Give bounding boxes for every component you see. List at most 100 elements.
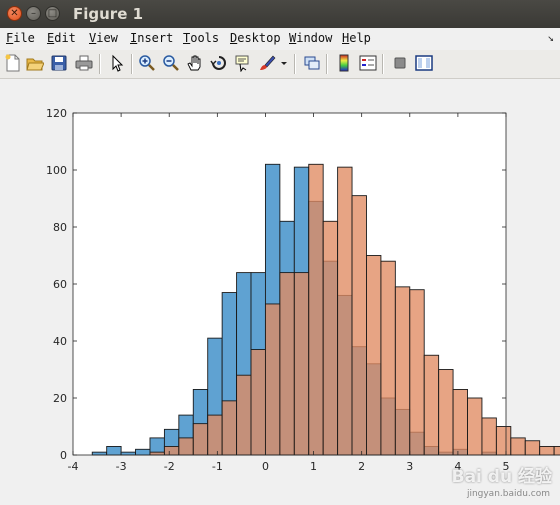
menu-help[interactable]: Help: [342, 31, 371, 45]
histogram-bar-series-2: [264, 303, 281, 456]
watermark-logo: Bai du 经验: [451, 467, 552, 487]
data-cursor-icon: [235, 55, 249, 72]
histogram-bar-series-2: [149, 451, 165, 456]
zoom-in-icon: [139, 55, 155, 71]
x-tick-label: 1: [310, 460, 317, 473]
histogram-bar-series-2: [351, 195, 367, 456]
histogram-bar-series-2: [279, 272, 295, 456]
link-plot-button[interactable]: [302, 53, 322, 73]
y-tick-label: 80: [53, 221, 67, 234]
y-tick-label: 100: [46, 164, 67, 177]
histogram-bar-series-2: [178, 437, 194, 456]
y-tick-label: 20: [53, 392, 67, 405]
histogram-bar-series-2: [293, 272, 310, 456]
histogram-bar-series-1: [120, 451, 136, 456]
histogram-bar-series-2: [539, 446, 555, 456]
pan-button[interactable]: [185, 53, 205, 73]
histogram-bar-series-2: [467, 397, 483, 456]
menu-bar: ↘ File Edit View Insert Tools Desktop Window He…: [0, 28, 560, 50]
dock-arrow-icon[interactable]: ↘: [547, 31, 554, 44]
save-button[interactable]: [49, 53, 69, 73]
brush-dropdown-icon: [281, 62, 287, 65]
maximize-window-button[interactable]: □: [45, 6, 60, 21]
x-tick-label: -1: [212, 460, 223, 473]
print-button[interactable]: [74, 53, 94, 73]
insert-colorbar-button[interactable]: [334, 53, 354, 73]
histogram-bar-series-2: [553, 446, 560, 456]
link-plot-icon: [304, 56, 320, 70]
x-tick-label: -4: [68, 460, 79, 473]
histogram-bar-series-1: [106, 446, 122, 456]
y-tick-label: 40: [53, 335, 67, 348]
menu-tools[interactable]: Tools: [183, 31, 219, 45]
histogram-chart: -4 -3 -2 -1 0 1 2 3 4 5020406080100120: [46, 107, 560, 473]
show-plot-tools-icon: [415, 55, 433, 71]
menu-desktop[interactable]: Desktop: [230, 31, 281, 45]
x-tick-label: -3: [116, 460, 127, 473]
close-icon: ✕: [10, 7, 19, 19]
insert-legend-button[interactable]: [358, 53, 378, 73]
hide-plot-tools-icon: [394, 57, 406, 69]
insert-colorbar-icon: [339, 54, 349, 72]
histogram-bar-series-2: [221, 400, 238, 456]
data-cursor-button[interactable]: [233, 53, 253, 73]
new-figure-button[interactable]: [3, 53, 23, 73]
histogram-bar-series-2: [495, 426, 512, 456]
x-tick-label: 3: [406, 460, 413, 473]
histogram-bar-series-2: [207, 414, 223, 456]
menu-insert[interactable]: Insert: [130, 31, 173, 45]
watermark-url: jingyan.baidu.com: [466, 489, 550, 499]
title-bar: ✕ – □ Figure 1: [0, 0, 560, 28]
histogram-bar-series-2: [236, 374, 252, 456]
histogram-bar-series-2: [380, 260, 396, 456]
histogram-bar-series-2: [510, 437, 526, 456]
histogram-bar-series-2: [452, 389, 468, 456]
histogram-bar-series-2: [250, 349, 266, 456]
x-tick-label: 2: [358, 460, 365, 473]
x-tick-label: 0: [262, 460, 269, 473]
menu-file[interactable]: File: [6, 31, 35, 45]
histogram-bar-series-2: [481, 417, 497, 456]
histogram-bar-series-1: [91, 451, 108, 456]
zoom-out-button[interactable]: [161, 53, 181, 73]
save-icon: [51, 55, 67, 71]
zoom-in-button[interactable]: [137, 53, 157, 73]
edit-plot-button[interactable]: [107, 53, 127, 73]
brush-icon: [260, 55, 276, 70]
rotate-3d-button[interactable]: [209, 53, 229, 73]
histogram-bar-series-2: [409, 289, 425, 456]
figure-toolbar: [0, 50, 560, 79]
y-tick-label: 0: [60, 449, 67, 462]
histogram-bar-series-2: [163, 446, 180, 456]
y-tick-label: 60: [53, 278, 67, 291]
new-figure-icon: [5, 54, 20, 72]
histogram-bar-series-2: [366, 255, 382, 456]
figure-canvas: -4 -3 -2 -1 0 1 2 3 4 5 0 20 40 60 80 100 120 Bai du 经验 …: [0, 79, 560, 501]
menu-window[interactable]: Window: [289, 31, 332, 45]
histogram-bar-series-1: [135, 448, 151, 456]
window-title: Figure 1: [73, 5, 144, 23]
histogram-bar-series-2: [394, 286, 411, 456]
edit-plot-arrow-icon: [112, 54, 124, 72]
rotate-3d-icon: [210, 56, 226, 70]
y-tick-label: 120: [46, 107, 67, 120]
histogram-bar-series-2: [308, 163, 324, 456]
minimize-window-button[interactable]: –: [26, 6, 41, 21]
open-file-icon: [26, 58, 44, 71]
hide-plot-tools-button[interactable]: [390, 53, 410, 73]
brush-dropdown-button[interactable]: [278, 53, 290, 73]
histogram-bar-series-2: [524, 440, 541, 456]
pan-hand-icon: [187, 55, 201, 71]
histogram-bar-series-2: [322, 220, 339, 456]
brush-button[interactable]: [257, 53, 277, 73]
minimize-icon: –: [31, 7, 36, 19]
histogram-bar-series-2: [423, 354, 440, 456]
histogram-bar-series-2: [337, 166, 353, 456]
menu-edit[interactable]: Edit: [47, 31, 76, 45]
open-file-button[interactable]: [25, 53, 45, 73]
menu-view[interactable]: View: [89, 31, 118, 45]
show-plot-tools-button[interactable]: [414, 53, 434, 73]
zoom-out-icon: [163, 55, 179, 71]
histogram-bar-series-2: [192, 423, 209, 456]
close-window-button[interactable]: ✕: [7, 6, 22, 21]
